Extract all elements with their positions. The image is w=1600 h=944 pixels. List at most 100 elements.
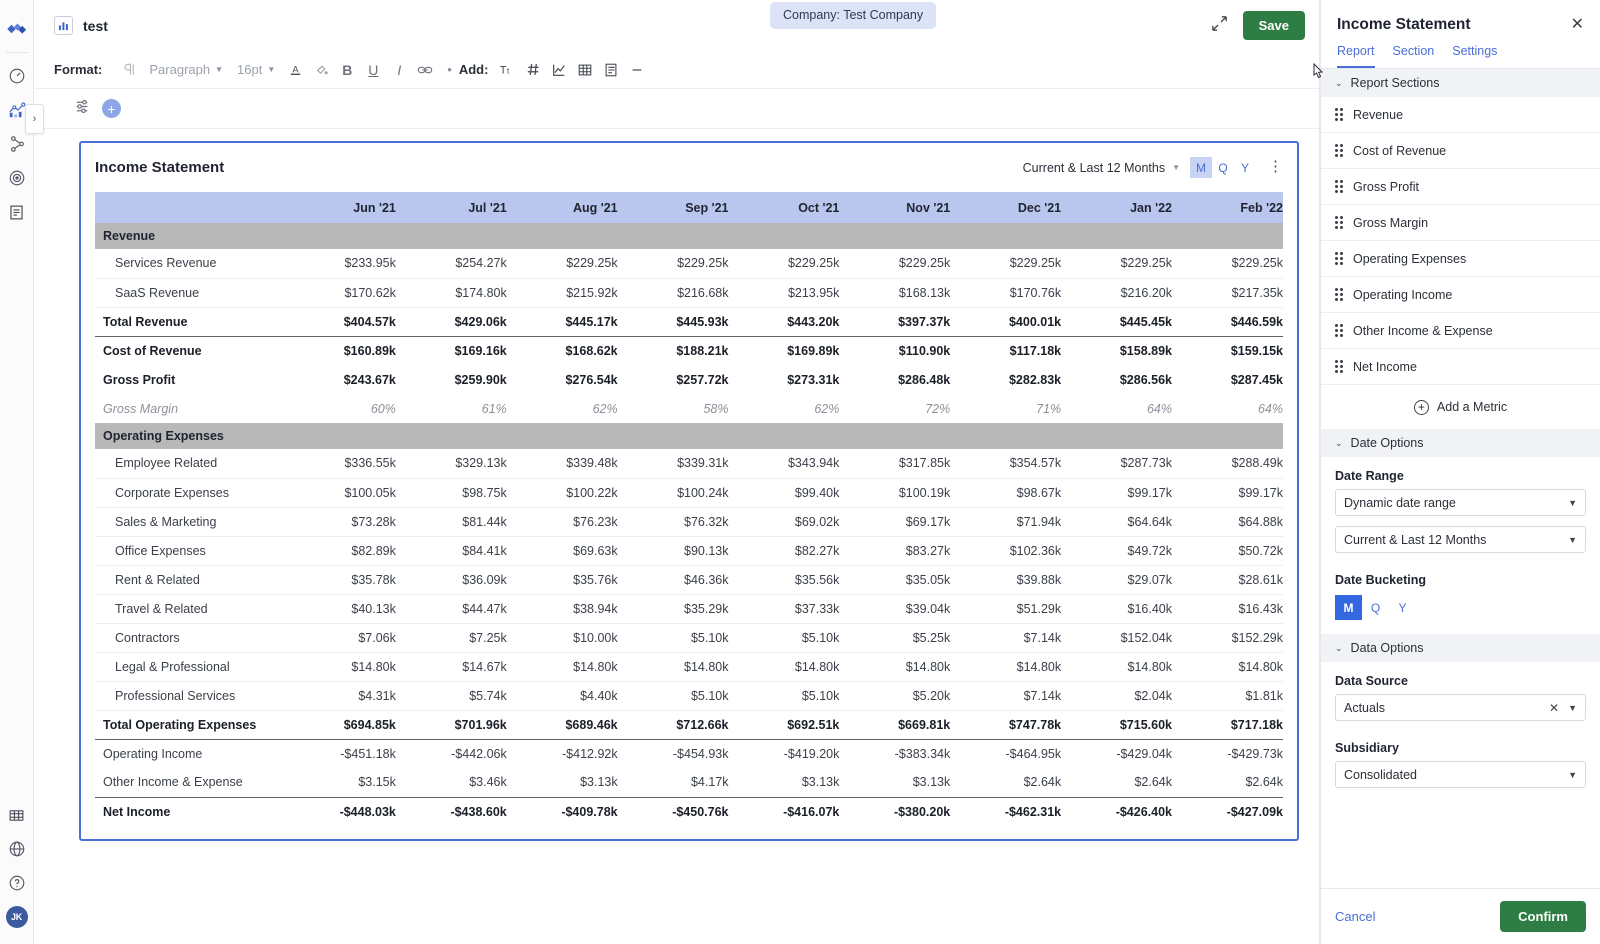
table-row-label: Revenue	[95, 223, 1283, 249]
drag-handle-icon[interactable]	[1335, 144, 1343, 157]
table-cell: $158.89k	[1061, 336, 1172, 365]
report-bucket-q[interactable]: Q	[1212, 157, 1234, 178]
close-icon[interactable]: ✕	[1571, 17, 1584, 33]
expand-sidebar-button[interactable]: ›	[25, 104, 44, 134]
report-section-item[interactable]: Gross Margin	[1321, 205, 1600, 241]
bucket-m-button[interactable]: M	[1335, 595, 1362, 620]
table-cell: $3.13k	[839, 768, 950, 797]
pilcrow-icon[interactable]	[116, 57, 142, 83]
add-report-icon[interactable]	[598, 57, 624, 83]
clear-icon[interactable]: ✕	[1549, 701, 1559, 715]
income-statement-report-block[interactable]: Income Statement Current & Last 12 Month…	[79, 141, 1299, 841]
table-row: Employee Related$336.55k$329.13k$339.48k…	[95, 449, 1283, 478]
table-cell: $287.73k	[1061, 449, 1172, 478]
font-size-dropdown[interactable]: 16pt ▼	[230, 62, 282, 77]
underline-button[interactable]: U	[360, 57, 386, 83]
document-list-icon[interactable]	[4, 195, 30, 229]
report-section-item[interactable]: Operating Expenses	[1321, 241, 1600, 277]
table-cell: -$448.03k	[285, 797, 396, 827]
drag-handle-icon[interactable]	[1335, 360, 1343, 373]
table-cell: 62%	[507, 394, 618, 423]
subsidiary-select[interactable]: Consolidated ▼	[1335, 761, 1586, 788]
table-row: Operating Income-$451.18k-$442.06k-$412.…	[95, 739, 1283, 768]
date-range-select[interactable]: Dynamic date range ▼	[1335, 489, 1586, 516]
add-text-icon[interactable]: T t	[494, 57, 520, 83]
bold-button[interactable]: B	[334, 57, 360, 83]
help-circle-icon[interactable]	[4, 866, 30, 900]
table-cell: $168.13k	[839, 278, 950, 307]
highlight-color-icon[interactable]	[308, 57, 334, 83]
report-section-item[interactable]: Gross Profit	[1321, 169, 1600, 205]
add-metric-button[interactable]: + Add a Metric	[1321, 385, 1600, 429]
drag-handle-icon[interactable]	[1335, 180, 1343, 193]
expand-diagonal-icon[interactable]	[1210, 14, 1229, 38]
cancel-button[interactable]: Cancel	[1335, 909, 1375, 924]
table-row-label: Cost of Revenue	[95, 336, 285, 365]
data-options-group-header[interactable]: ⌄ Data Options	[1321, 634, 1600, 662]
save-button[interactable]: Save	[1243, 11, 1305, 40]
add-label: Add:	[459, 62, 489, 77]
report-section-item[interactable]: Revenue	[1321, 97, 1600, 133]
add-table-icon[interactable]	[572, 57, 598, 83]
tab-report[interactable]: Report	[1337, 44, 1375, 68]
tab-settings[interactable]: Settings	[1452, 44, 1497, 68]
report-bucket-m[interactable]: M	[1190, 157, 1212, 178]
table-cell: -$426.40k	[1061, 797, 1172, 827]
italic-button[interactable]: I	[386, 57, 412, 83]
report-section-item[interactable]: Other Income & Expense	[1321, 313, 1600, 349]
table-cell: $82.27k	[729, 536, 840, 565]
table-col-header: Nov '21	[839, 192, 950, 223]
target-icon[interactable]	[4, 161, 30, 195]
more-vertical-icon[interactable]: ⋮	[1268, 162, 1283, 173]
table-cell: $282.83k	[950, 365, 1061, 394]
report-sections-group-header[interactable]: ⌄ Report Sections	[1321, 69, 1600, 97]
globe-icon[interactable]	[4, 832, 30, 866]
paragraph-style-dropdown[interactable]: Paragraph ▼	[142, 62, 230, 77]
grid-table-icon[interactable]	[4, 798, 30, 832]
drag-handle-icon[interactable]	[1335, 288, 1343, 301]
table-cell: 71%	[950, 394, 1061, 423]
table-row-label: SaaS Revenue	[95, 278, 285, 307]
drag-handle-icon[interactable]	[1335, 108, 1343, 121]
table-row-label: Operating Income	[95, 739, 285, 768]
chevron-down-icon: ⌄	[1335, 643, 1343, 654]
drag-handle-icon[interactable]	[1335, 324, 1343, 337]
sliders-settings-icon[interactable]	[74, 97, 93, 121]
table-cell: $7.25k	[396, 623, 507, 652]
date-options-group-header[interactable]: ⌄ Date Options	[1321, 429, 1600, 457]
avatar[interactable]: JK	[4, 900, 30, 934]
table-cell: -$442.06k	[396, 739, 507, 768]
add-line-chart-icon[interactable]	[546, 57, 572, 83]
report-section-label: Revenue	[1353, 108, 1403, 122]
plus-circle-icon[interactable]: +	[102, 99, 121, 118]
report-section-item[interactable]: Cost of Revenue	[1321, 133, 1600, 169]
table-row-label: Net Income	[95, 797, 285, 827]
data-source-select[interactable]: Actuals ✕ ▼	[1335, 694, 1586, 721]
drag-handle-icon[interactable]	[1335, 216, 1343, 229]
logo-diamond-icon[interactable]	[4, 12, 30, 46]
link-icon[interactable]	[412, 57, 438, 83]
table-cell: $694.85k	[285, 710, 396, 739]
table-cell: $5.10k	[618, 623, 729, 652]
gauge-icon[interactable]	[4, 59, 30, 93]
table-cell: $689.46k	[507, 710, 618, 739]
table-cell: $229.25k	[839, 249, 950, 278]
text-color-icon[interactable]: A	[282, 57, 308, 83]
top-bar: test Company: Test Company Save	[34, 0, 1319, 51]
panel-footer: Cancel Confirm	[1321, 888, 1600, 944]
tab-section[interactable]: Section	[1393, 44, 1435, 68]
document-title[interactable]: test	[83, 18, 108, 34]
table-cell: $229.25k	[950, 249, 1061, 278]
drag-handle-icon[interactable]	[1335, 252, 1343, 265]
horizontal-rule-icon[interactable]	[624, 57, 650, 83]
bucket-y-button[interactable]: Y	[1389, 595, 1416, 620]
confirm-button[interactable]: Confirm	[1500, 901, 1586, 932]
report-bucket-y[interactable]: Y	[1234, 157, 1256, 178]
report-section-item[interactable]: Operating Income	[1321, 277, 1600, 313]
report-section-item[interactable]: Net Income	[1321, 349, 1600, 385]
report-date-range-dropdown[interactable]: Current & Last 12 Months ▼	[1023, 161, 1180, 175]
date-range-period-select[interactable]: Current & Last 12 Months ▼	[1335, 526, 1586, 553]
bucket-q-button[interactable]: Q	[1362, 595, 1389, 620]
table-cell: $5.74k	[396, 681, 507, 710]
add-hash-metric-icon[interactable]	[520, 57, 546, 83]
